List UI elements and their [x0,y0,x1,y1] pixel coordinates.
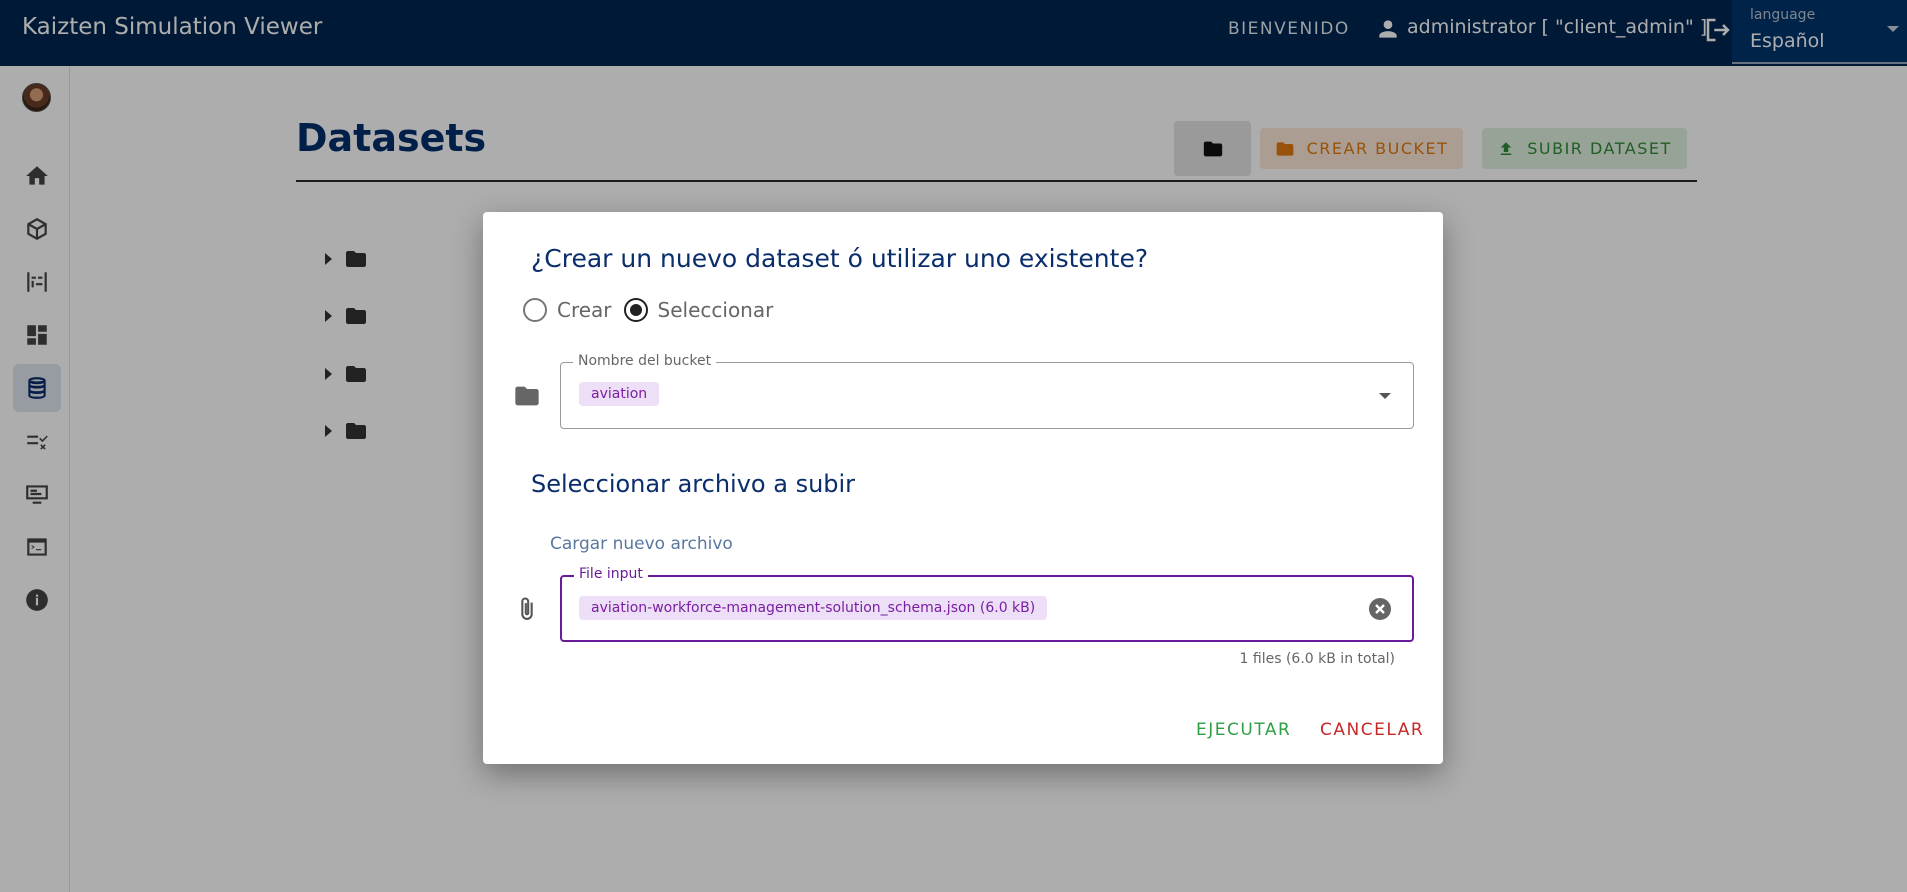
mode-radio-group: Crear Seleccionar [523,298,785,322]
bucket-name-label: Nombre del bucket [573,353,717,369]
dialog-title: ¿Crear un nuevo dataset ó utilizar uno e… [531,244,1149,273]
bucket-chip: aviation [579,382,660,406]
chevron-down-icon[interactable] [1379,393,1391,399]
execute-button[interactable]: EJECUTAR [1196,720,1291,740]
bucket-name-select[interactable]: Nombre del bucket aviation [560,353,1414,429]
paperclip-icon[interactable] [513,595,541,623]
file-summary: 1 files (6.0 kB in total) [1239,651,1395,667]
folder-icon [515,386,539,406]
upload-dialog: ¿Crear un nuevo dataset ó utilizar uno e… [483,212,1443,764]
radio-select[interactable] [623,298,648,322]
upload-new-file-link[interactable]: Cargar nuevo archivo [550,534,733,554]
section-title: Seleccionar archivo a subir [531,470,856,498]
file-chip: aviation-workforce-management-solution_s… [579,596,1048,620]
radio-create-label[interactable]: Crear [557,298,612,322]
cancel-button[interactable]: CANCELAR [1320,720,1424,740]
file-input-label: File input [574,566,648,582]
clear-icon[interactable] [1368,597,1392,621]
file-input[interactable]: File input aviation-workforce-management… [560,566,1414,642]
radio-create[interactable] [523,298,547,322]
radio-select-label[interactable]: Seleccionar [658,298,774,322]
